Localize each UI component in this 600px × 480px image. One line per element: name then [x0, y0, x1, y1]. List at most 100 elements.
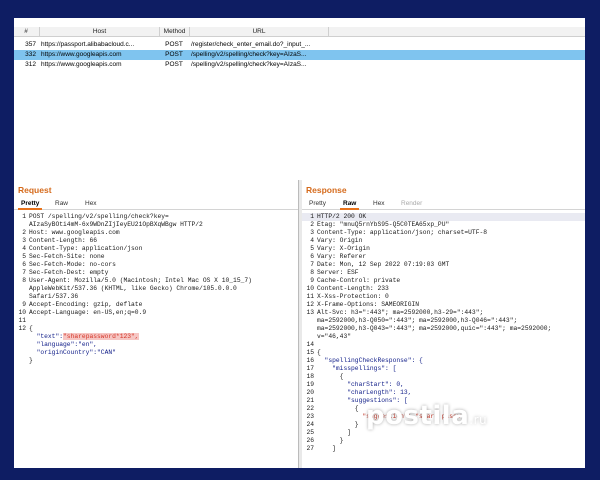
line-number: 12 — [306, 301, 314, 308]
tab-raw[interactable]: Raw — [52, 199, 71, 208]
line-number: 25 — [306, 429, 314, 436]
code-text: HTTP/2 200 OK — [317, 213, 367, 220]
request-editor[interactable]: 1 POST /spelling/v2/spelling/check?key= A… — [14, 213, 298, 365]
line-number: 9 — [310, 277, 314, 284]
secret-value-highlight: "sharepassword*123", — [63, 333, 139, 340]
code-line: 3 Content-Type: application/json; charset… — [302, 229, 585, 237]
line-number: 8 — [310, 269, 314, 276]
line-number: 14 — [306, 341, 314, 348]
code-line: AIzaSyBOti4mM-6x9WDnZIjIeyEU21OpBXqWBgw … — [14, 221, 298, 229]
column-header-number[interactable]: # — [14, 27, 38, 37]
code-line: 6 Sec-Fetch-Mode: no-cors — [14, 261, 298, 269]
row-number: 332 — [25, 51, 36, 58]
row-url: /register/check_enter_email.do?_input_..… — [191, 41, 311, 48]
table-row[interactable]: 357 https://passport.alibabacloud.c... P… — [14, 40, 585, 50]
line-number: 15 — [306, 349, 314, 356]
line-number: 19 — [306, 381, 314, 388]
row-number: 312 — [25, 61, 36, 68]
code-line: 7 Sec-Fetch-Dest: empty — [14, 269, 298, 277]
line-number: 2 — [22, 229, 26, 236]
line-number: 6 — [310, 253, 314, 260]
code-text: "charLength": 13, — [317, 389, 412, 396]
tab-raw[interactable]: Raw — [340, 199, 360, 210]
row-host: https://passport.alibabacloud.c... — [41, 41, 135, 48]
table-row-selected[interactable]: 332 https://www.googleapis.com POST /spe… — [14, 50, 585, 60]
line-number: 4 — [310, 237, 314, 244]
code-line: ma=2592000,h3-Q050=":443"; ma=2592000,h3… — [302, 317, 585, 325]
tab-hex[interactable]: Hex — [370, 199, 388, 208]
tab-pretty[interactable]: Pretty — [306, 199, 329, 208]
code-text: ma=2592000,h3-Q043=":443"; ma=2592000,qu… — [317, 325, 552, 332]
code-line: 11 — [14, 317, 298, 325]
code-text: } — [29, 357, 33, 364]
column-header-host[interactable]: Host — [39, 27, 159, 37]
line-number: 10 — [306, 285, 314, 292]
code-text: ] — [317, 429, 352, 436]
code-text: "spellingCheckResponse": { — [317, 357, 423, 364]
code-line: 9 Accept-Encoding: gzip, deflate — [14, 301, 298, 309]
code-line: 2 Etag: "mnuQ5rnYbS95-Q5C0TEA65xp_PU" — [302, 221, 585, 229]
code-text: User-Agent: Mozilla/5.0 (Macintosh; Inte… — [29, 277, 252, 284]
line-number: 11 — [306, 293, 314, 300]
code-text: Sec-Fetch-Site: none — [29, 253, 105, 260]
line-number: 13 — [306, 309, 314, 316]
code-line: 5 Sec-Fetch-Site: none — [14, 253, 298, 261]
line-number: 16 — [306, 357, 314, 364]
code-line: 18 { — [302, 373, 585, 381]
row-host: https://www.googleapis.com — [41, 51, 122, 58]
code-line: 12 X-Frame-Options: SAMEORIGIN — [302, 301, 585, 309]
code-text: ma=2592000,h3-Q050=":443"; ma=2592000,h3… — [317, 317, 518, 324]
code-line: 4 Vary: Origin — [302, 237, 585, 245]
code-text: "originCountry":"CAN" — [36, 349, 116, 356]
line-number: 24 — [306, 421, 314, 428]
code-text: Etag: "mnuQ5rnYbS95-Q5C0TEA65xp_PU" — [317, 221, 450, 228]
code-line: v="46,43" — [302, 333, 585, 341]
code-line: 10 Accept-Language: en-US,en;q=0.9 — [14, 309, 298, 317]
code-text: } — [317, 437, 344, 444]
line-number: 11 — [18, 317, 26, 324]
line-number: 20 — [306, 389, 314, 396]
row-method: POST — [165, 41, 183, 48]
code-line: 9 Cache-Control: private — [302, 277, 585, 285]
column-header-method[interactable]: Method — [159, 27, 189, 37]
row-url: /spelling/v2/spelling/check?key=AIzaS... — [191, 61, 307, 68]
request-pane: Request Pretty Raw Hex 1 POST /spelling/v… — [14, 180, 299, 468]
response-tabs: Pretty Raw Hex Render — [302, 197, 585, 210]
code-line: AppleWebKit/537.36 (KHTML, like Gecko) C… — [14, 285, 298, 293]
code-text: Accept-Language: en-US,en;q=0.9 — [29, 309, 147, 316]
code-line: 26 } — [302, 437, 585, 445]
line-number: 1 — [22, 213, 26, 220]
line-number: 22 — [306, 405, 314, 412]
code-line: ma=2592000,h3-Q043=":443"; ma=2592000,qu… — [302, 325, 585, 333]
code-text: v="46,43" — [317, 333, 352, 340]
code-line: 5 Vary: X-Origin — [302, 245, 585, 253]
line-number: 27 — [306, 445, 314, 452]
code-line: "language":"en", — [14, 341, 298, 349]
tab-hex[interactable]: Hex — [82, 199, 100, 208]
line-number: 5 — [310, 245, 314, 252]
code-line: 1 HTTP/2 200 OK — [302, 213, 585, 221]
tab-render[interactable]: Render — [398, 199, 425, 208]
code-text: Sec-Fetch-Dest: empty — [29, 269, 109, 276]
code-text: Cache-Control: private — [317, 277, 401, 284]
line-number: 5 — [22, 253, 26, 260]
line-number: 6 — [22, 261, 26, 268]
line-number: 9 — [22, 301, 26, 308]
code-line: 6 Vary: Referer — [302, 253, 585, 261]
code-line: 20 "charLength": 13, — [302, 389, 585, 397]
line-number: 3 — [310, 229, 314, 236]
code-text: { — [317, 405, 359, 412]
code-line: 8 User-Agent: Mozilla/5.0 (Macintosh; Int… — [14, 277, 298, 285]
code-line: 10 Content-Length: 233 — [302, 285, 585, 293]
column-header-url[interactable]: URL — [189, 27, 329, 37]
tab-pretty[interactable]: Pretty — [18, 199, 43, 210]
watermark-logo: postila.ru — [366, 401, 488, 431]
code-text: { — [29, 325, 33, 332]
code-text: Accept-Encoding: gzip, deflate — [29, 301, 143, 308]
code-line: 2 Host: www.googleapis.com — [14, 229, 298, 237]
code-text: ] — [317, 445, 336, 452]
code-line: 11 X-Xss-Protection: 0 — [302, 293, 585, 301]
table-row[interactable]: 312 https://www.googleapis.com POST /spe… — [14, 60, 585, 70]
code-line: 7 Date: Mon, 12 Sep 2022 07:19:03 GMT — [302, 261, 585, 269]
code-text: Server: ESF — [317, 269, 359, 276]
